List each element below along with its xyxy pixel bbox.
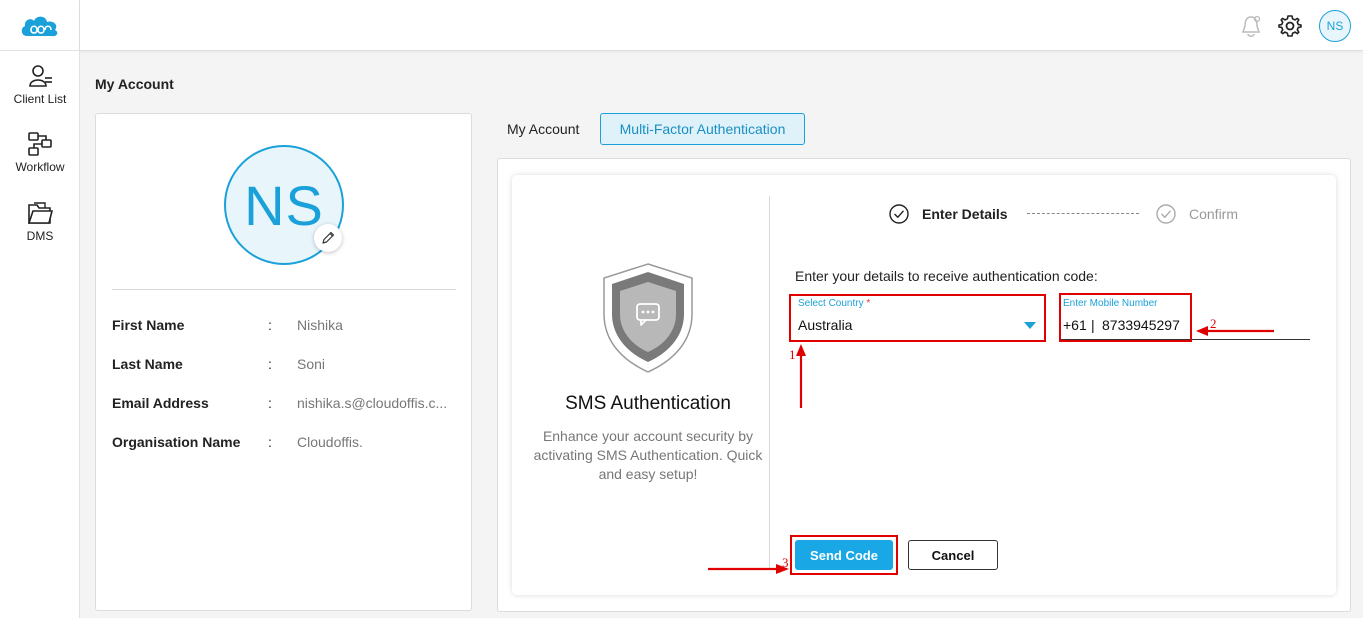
client-list-icon xyxy=(29,65,52,87)
step-label: Confirm xyxy=(1189,206,1239,222)
sms-auth-description: Enhance your account security by activat… xyxy=(533,428,763,482)
sidebar-item-workflow[interactable]: Workflow xyxy=(0,131,80,174)
check-circle-icon xyxy=(889,204,909,224)
field-value: Nishika xyxy=(297,317,343,333)
field-colon: : xyxy=(268,317,272,333)
edit-avatar-button[interactable] xyxy=(314,224,342,252)
field-colon: : xyxy=(268,356,272,372)
user-avatar[interactable]: NS xyxy=(1319,10,1351,42)
profile-divider xyxy=(112,289,456,290)
workflow-icon xyxy=(28,132,52,156)
field-value: nishika.s@cloudoffis.c... xyxy=(297,395,448,411)
sidebar: Client List Workflow DMS xyxy=(0,0,80,618)
page-title: My Account xyxy=(95,76,174,92)
sidebar-item-client-list[interactable]: Client List xyxy=(0,63,80,106)
pencil-icon xyxy=(322,231,335,244)
sidebar-item-label: DMS xyxy=(26,229,54,243)
tab-multi-factor-authentication[interactable]: Multi-Factor Authentication xyxy=(600,113,805,145)
instruction-text: Enter your details to receive authentica… xyxy=(795,268,1098,284)
annotation-number-3: 3 xyxy=(782,555,789,570)
step-enter-details: Enter Details xyxy=(889,204,1008,224)
mfa-card xyxy=(512,175,1336,595)
field-label: Email Address xyxy=(112,395,209,411)
sms-auth-title: SMS Authentication xyxy=(565,393,731,414)
vertical-divider xyxy=(769,196,770,570)
cloudoffis-logo[interactable] xyxy=(0,0,80,51)
field-value: Cloudoffis. xyxy=(297,434,363,450)
annotation-box-mobile xyxy=(1059,293,1192,342)
shield-message-icon xyxy=(603,263,693,373)
field-label: Last Name xyxy=(112,356,183,372)
step-connector xyxy=(1027,213,1139,214)
field-colon: : xyxy=(268,395,272,411)
first-name-row: First Name : Nishika xyxy=(112,317,462,337)
tab-my-account[interactable]: My Account xyxy=(498,113,588,145)
field-label: First Name xyxy=(112,317,185,333)
annotation-number-1: 1 xyxy=(789,347,796,362)
profile-card: NS First Name : Nishika Last Name : Soni… xyxy=(95,113,472,611)
annotation-box-country xyxy=(789,294,1046,342)
annotation-box-send xyxy=(790,535,898,575)
field-label: Organisation Name xyxy=(112,434,241,450)
dms-folder-icon xyxy=(27,202,53,224)
organisation-row: Organisation Name : Cloudoffis. xyxy=(112,434,462,454)
cancel-button[interactable]: Cancel xyxy=(908,540,998,570)
check-circle-icon xyxy=(1156,204,1176,224)
last-name-row: Last Name : Soni xyxy=(112,356,462,376)
settings-gear-icon[interactable] xyxy=(1278,14,1302,38)
sidebar-item-label: Client List xyxy=(13,92,67,106)
topbar: NS xyxy=(80,0,1363,51)
cloud-logo-icon xyxy=(21,16,58,37)
sidebar-item-dms[interactable]: DMS xyxy=(0,200,80,243)
field-value: Soni xyxy=(297,356,326,372)
step-confirm: Confirm xyxy=(1156,204,1238,224)
field-colon: : xyxy=(268,434,272,450)
sidebar-item-label: Workflow xyxy=(15,160,65,174)
notification-bell-icon[interactable] xyxy=(1240,14,1262,38)
annotation-number-2: 2 xyxy=(1210,316,1217,331)
step-label: Enter Details xyxy=(922,206,1008,222)
email-row: Email Address : nishika.s@cloudoffis.c..… xyxy=(112,395,462,415)
